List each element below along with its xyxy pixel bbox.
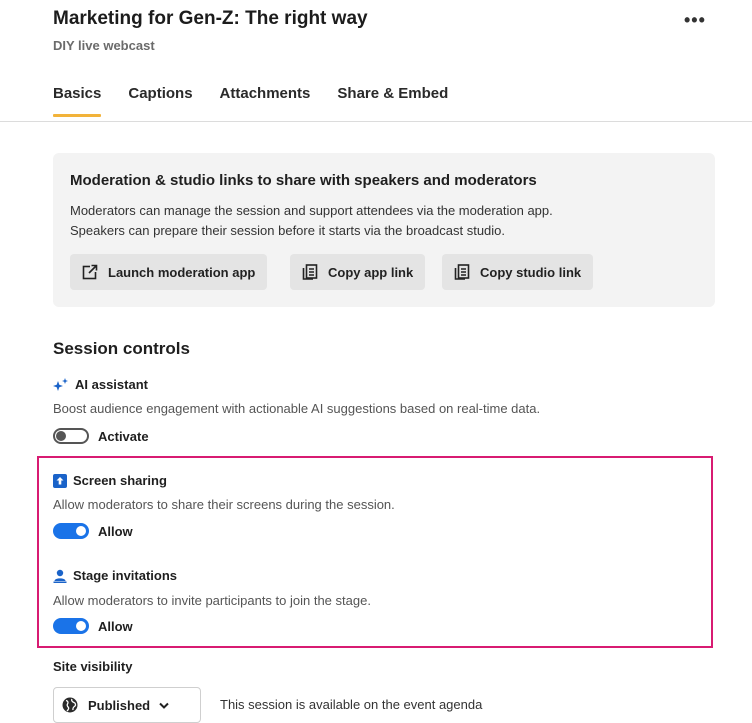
ai-assistant-toggle-label: Activate [98,428,149,444]
page-title: Marketing for Gen-Z: The right way [53,8,368,29]
tab-basics[interactable]: Basics [53,85,102,117]
screen-sharing-toggle-row: Allow [53,523,133,539]
copy-app-link-label: Copy app link [328,264,414,280]
tab-attachments[interactable]: Attachments [220,85,311,117]
panel-description: Moderators can manage the session and su… [70,201,690,241]
panel-description-line-1: Moderators can manage the session and su… [70,203,553,218]
screen-sharing-toggle-label: Allow [98,523,133,539]
tabs-divider [0,121,752,122]
screen-sharing-title: Screen sharing [53,473,167,488]
panel-description-line-2: Speakers can prepare their session befor… [70,223,506,238]
session-controls-heading: Session controls [53,339,190,358]
copy-app-link-button[interactable]: Copy app link [290,254,426,290]
sparkle-icon [53,377,68,391]
ai-assistant-toggle[interactable] [53,428,89,444]
person-icon [53,569,67,583]
moderation-links-panel: Moderation & studio links to share with … [53,153,715,307]
tab-bar: Basics Captions Attachments Share & Embe… [53,85,448,117]
stage-invitations-description: Allow moderators to invite participants … [53,593,371,608]
screen-sharing-toggle[interactable] [53,523,89,539]
screen-sharing-description: Allow moderators to share their screens … [53,497,395,512]
toggle-knob [76,526,86,536]
ai-assistant-title: AI assistant [53,377,148,392]
copy-icon [454,264,470,280]
toggle-knob [76,621,86,631]
stage-invitations-toggle-row: Allow [53,618,133,634]
ai-assistant-toggle-row: Activate [53,428,149,444]
launch-moderation-app-label: Launch moderation app [108,264,256,280]
site-visibility-select[interactable]: Published [53,687,201,723]
screen-sharing-label: Screen sharing [73,473,167,488]
site-visibility-note: This session is available on the event a… [220,697,483,712]
ai-assistant-label: AI assistant [75,377,148,392]
tab-captions[interactable]: Captions [128,85,192,117]
site-visibility-value: Published [88,697,151,713]
launch-moderation-app-button[interactable]: Launch moderation app [70,254,268,290]
page-subtitle: DIY live webcast [53,38,155,53]
external-link-icon [82,264,98,280]
chevron-down-icon [159,702,169,709]
stage-invitations-title: Stage invitations [53,568,177,583]
panel-title: Moderation & studio links to share with … [70,172,537,189]
tab-share-embed[interactable]: Share & Embed [337,85,448,117]
stage-invitations-toggle-label: Allow [98,618,133,634]
globe-icon [62,697,78,713]
site-visibility-label: Site visibility [53,659,133,674]
copy-studio-link-button[interactable]: Copy studio link [442,254,594,290]
ai-assistant-description: Boost audience engagement with actionabl… [53,401,541,416]
copy-studio-link-label: Copy studio link [480,264,582,280]
screen-share-icon [53,473,67,488]
stage-invitations-label: Stage invitations [73,568,178,583]
toggle-knob [56,431,66,441]
stage-invitations-toggle[interactable] [53,618,89,634]
copy-icon [302,264,318,280]
more-options-button[interactable]: ••• [684,10,706,31]
